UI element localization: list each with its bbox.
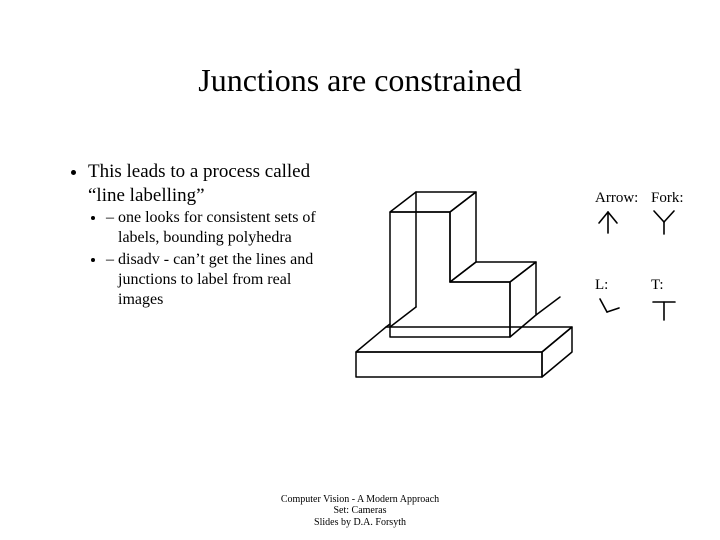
footer-line-1: Computer Vision - A Modern Approach xyxy=(0,494,720,506)
bullet-main-text: This leads to a process called “line lab… xyxy=(88,161,310,206)
t-junction-icon xyxy=(651,296,677,322)
junction-type-legend: Arrow: Fork: xyxy=(595,190,715,364)
slide-title: Junctions are constrained xyxy=(0,62,720,99)
junction-arrow-label: Arrow: xyxy=(595,190,651,207)
bullet-sub-1: one looks for consistent sets of labels,… xyxy=(106,208,330,248)
polyhedron-figure xyxy=(340,182,590,397)
junction-t-label: T: xyxy=(651,277,707,294)
junction-arrow: Arrow: xyxy=(595,190,651,235)
junction-l: L: xyxy=(595,277,651,322)
junction-fork: Fork: xyxy=(651,190,707,235)
junction-fork-label: Fork: xyxy=(651,190,707,207)
junction-t: T: xyxy=(651,277,707,322)
arrow-junction-icon xyxy=(595,209,621,235)
footer: Computer Vision - A Modern Approach Set:… xyxy=(0,494,720,529)
slide: Junctions are constrained This leads to … xyxy=(0,0,720,540)
l-junction-icon xyxy=(595,296,621,322)
fork-junction-icon xyxy=(651,209,677,235)
bullet-main: This leads to a process called “line lab… xyxy=(88,160,330,310)
footer-line-2: Set: Cameras xyxy=(0,505,720,517)
footer-line-3: Slides by D.A. Forsyth xyxy=(0,517,720,529)
bullet-list: This leads to a process called “line lab… xyxy=(70,160,330,312)
bullet-sub-2: disadv - can’t get the lines and junctio… xyxy=(106,250,330,310)
junction-l-label: L: xyxy=(595,277,651,294)
